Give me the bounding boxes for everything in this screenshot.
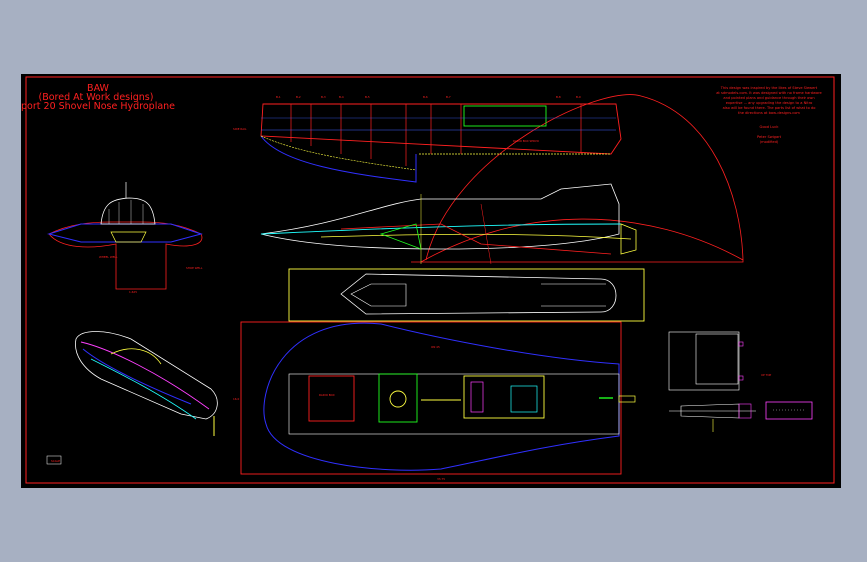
side-rail-label: SIDE RAIL (233, 127, 247, 131)
svg-text:B-5: B-5 (365, 95, 370, 99)
length-dimension: 33.75 (437, 477, 445, 481)
sweep-arc-outer (425, 94, 744, 261)
svg-text:B-7: B-7 (446, 95, 451, 99)
svg-text:B-6: B-6 (423, 95, 428, 99)
sweep-arc (411, 218, 744, 263)
drawing-canvas: BAW (Bored At Work designs) Sport 20 Sho… (21, 74, 841, 488)
deck-plan-view (288, 268, 645, 322)
part-label: UP TOP (761, 373, 772, 377)
title-block: BAW (Bored At Work designs) Sport 20 Sho… (21, 83, 175, 112)
svg-text:B-9: B-9 (576, 95, 581, 99)
note-line-3: and pointed plans and guidance through t… (723, 96, 814, 100)
scale-label: SCALE (51, 459, 60, 463)
wheel-well-label: WHEEL WELL (99, 255, 118, 259)
signoff-line-3: (modified) (760, 140, 779, 144)
detail-parts: UP TOP (668, 331, 813, 432)
signoff-line-2: Peter Swigart (757, 135, 782, 139)
notes-block: This design was inspired by the likes of… (716, 86, 822, 144)
isometric-view: SCALE (46, 331, 218, 465)
cad-drawing: BAW (Bored At Work designs) Sport 20 Sho… (21, 76, 835, 484)
height-dimension: 16.0 (233, 397, 239, 401)
note-line-4: expertise ... any upgrading the design t… (726, 101, 813, 105)
title-line-3: Sport 20 Shovel Nose Hydroplane (21, 101, 175, 112)
svg-text:B-1: B-1 (276, 95, 281, 99)
shoe-well-label: SHOE WELL (186, 266, 203, 270)
radio-box-label: RADIO BOX (319, 393, 335, 397)
side-profile-view (260, 103, 622, 183)
width-dimension: 1.625 (129, 290, 137, 294)
signoff-line-1: Good Luck (760, 125, 780, 129)
hull-profile-view (260, 183, 637, 265)
note-line-5: also will be found there. The parts list… (723, 106, 816, 110)
station-labels: B-1 B-2 B-3 B-4 B-5 B-6 B-7 B-8 B-9 (276, 95, 581, 99)
radio-box-servo-label: RADIO BOX SERVO (513, 139, 540, 143)
svg-text:B-2: B-2 (296, 95, 301, 99)
note-line-1: This design was inspired by the likes of… (720, 86, 818, 90)
svg-text:B-8: B-8 (556, 95, 561, 99)
side-note-label: ON 45 (431, 345, 440, 349)
note-line-6: the directions at baw-designs.com (738, 111, 800, 115)
front-view: WHEEL WELL SHOE WELL 1.625 (46, 182, 203, 294)
svg-text:B-3: B-3 (321, 95, 326, 99)
svg-text:B-4: B-4 (339, 95, 344, 99)
note-line-2: at sdmodels.com. It was designed with no… (716, 91, 822, 95)
